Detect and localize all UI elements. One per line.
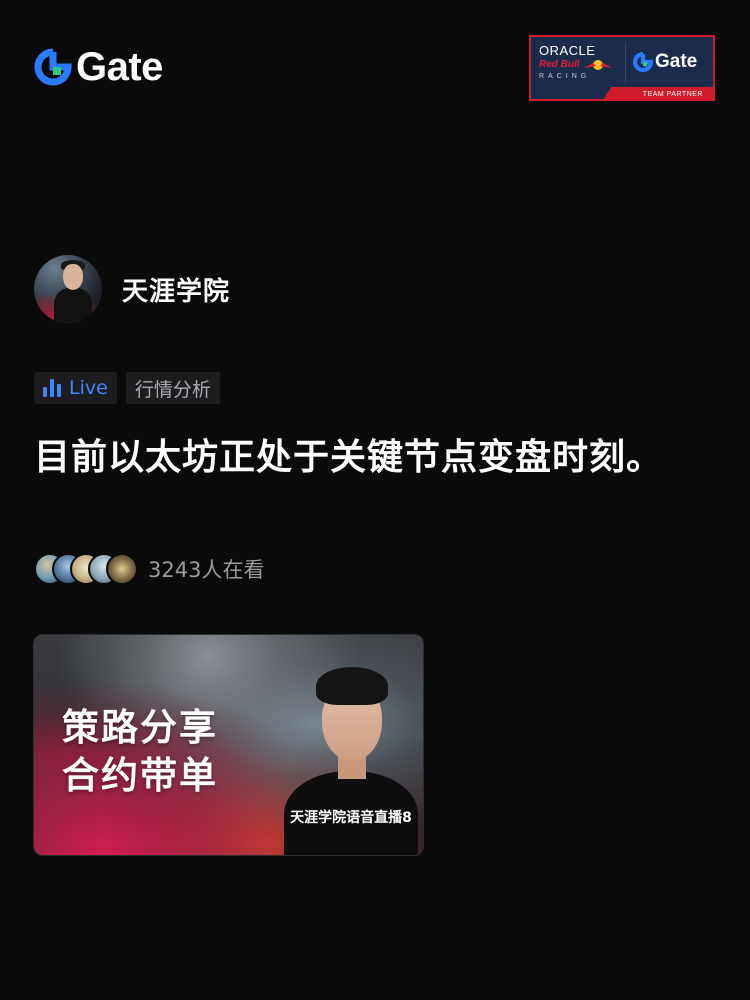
viewer-info: 3243人在看: [34, 553, 264, 585]
streamer-photo: [284, 663, 418, 855]
cover-caption: 天涯学院语音直播8: [290, 810, 412, 826]
red-bull-wordmark: Red Bull: [539, 59, 580, 70]
host-avatar[interactable]: [34, 255, 102, 323]
live-bars-icon: [43, 379, 61, 397]
badge-divider: [625, 43, 626, 83]
gate-logo: Gate: [34, 45, 163, 89]
topic-label: 行情分析: [134, 378, 211, 401]
team-partner-label: TEAM PARTNER: [642, 91, 703, 98]
viewer-avatar: [106, 553, 138, 585]
team-partner-badge: ORACLE Red Bull RACING Gate TEAM PARTNER: [529, 35, 715, 101]
stream-tags: Live 行情分析: [34, 372, 220, 404]
racing-wordmark: RACING: [539, 73, 591, 80]
host-name[interactable]: 天涯学院: [122, 271, 230, 308]
brand-name: Gate: [76, 45, 163, 89]
live-label: Live: [69, 377, 108, 399]
partner-gate-wordmark: Gate: [655, 51, 698, 72]
gate-small-logo-icon: [633, 52, 653, 72]
gate-logo-icon: [34, 48, 72, 86]
viewer-count: 3243人在看: [148, 558, 265, 582]
cover-headline-line2: 合约带单: [62, 754, 218, 797]
red-bull-logo-icon: [583, 60, 612, 70]
stream-title: 目前以太坊正处于关键节点变盘时刻。: [34, 437, 664, 478]
host-info[interactable]: 天涯学院: [34, 255, 230, 323]
topic-tag[interactable]: 行情分析: [125, 372, 220, 404]
stream-cover-image[interactable]: 策路分享 合约带单 天涯学院语音直播8: [33, 634, 424, 856]
cover-headline-line1: 策路分享: [62, 706, 218, 749]
oracle-wordmark: ORACLE: [539, 43, 596, 58]
viewer-avatars: [34, 553, 138, 585]
live-tag: Live: [34, 372, 117, 404]
